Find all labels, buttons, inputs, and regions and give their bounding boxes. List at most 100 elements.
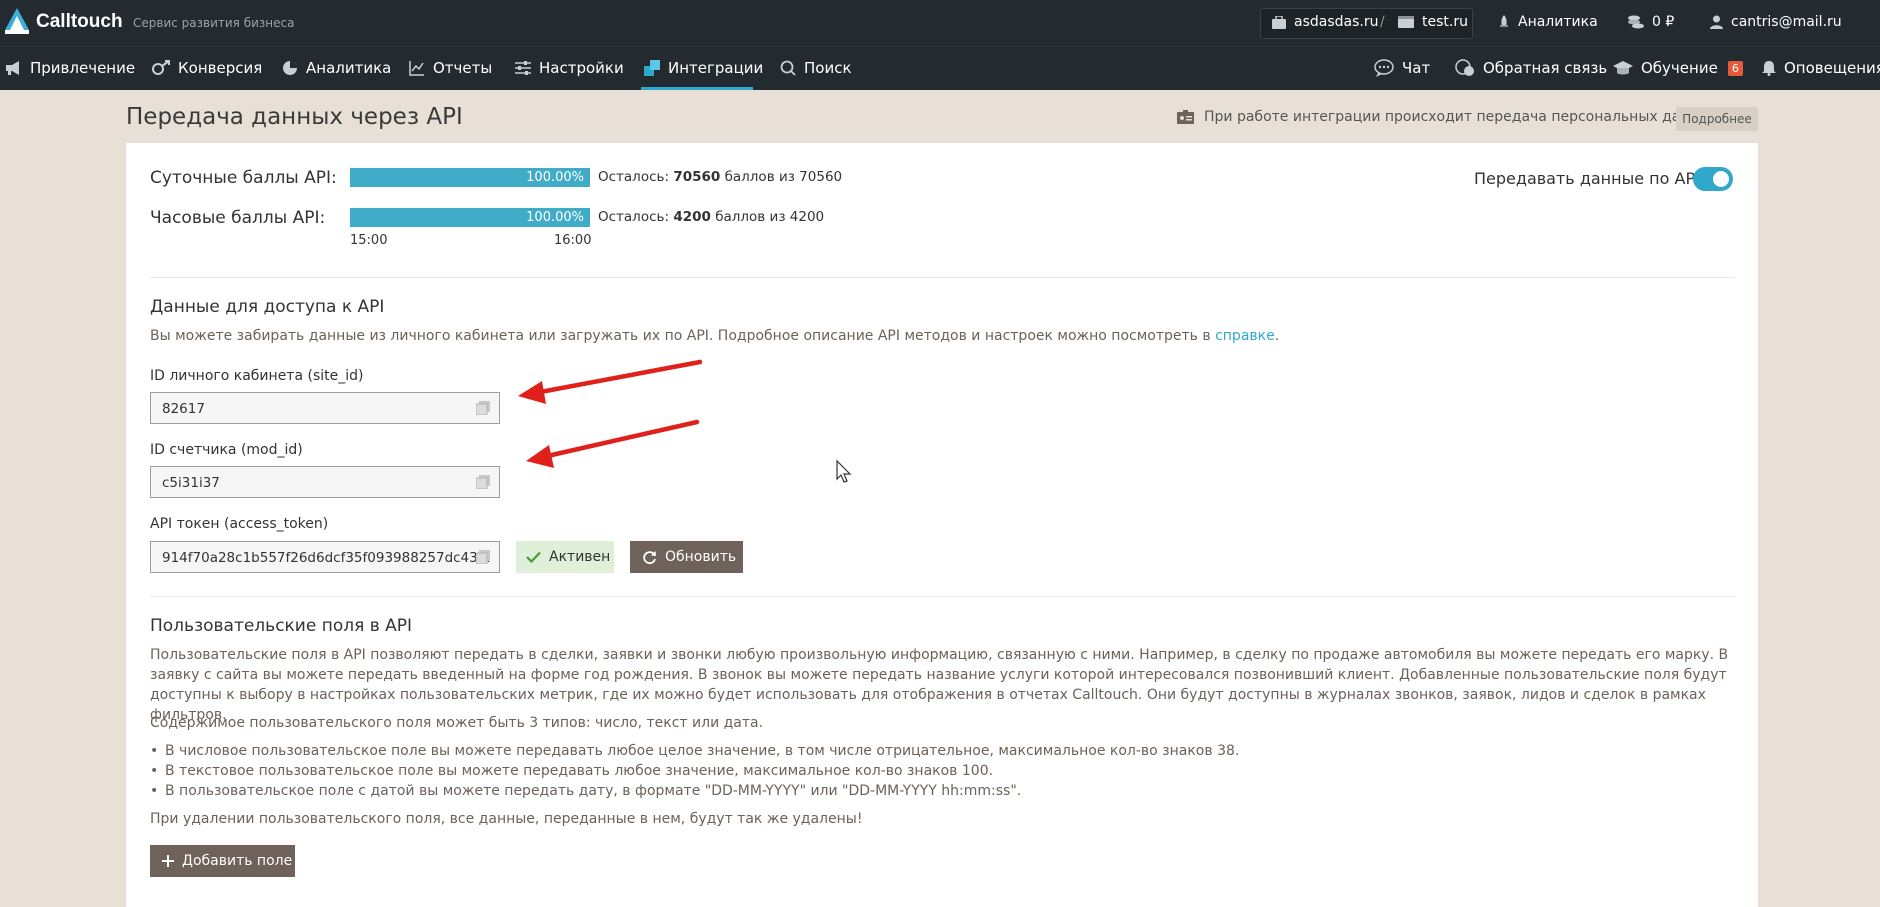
pie-chart-icon <box>283 61 297 75</box>
daily-quota-remaining: Осталось: 70560 баллов из 70560 <box>598 169 842 185</box>
nav-item-integrations[interactable]: Интеграции <box>644 59 763 77</box>
custom-fields-warning: При удалении пользовательского поля, все… <box>150 811 863 827</box>
mod-id-label: ID счетчика (mod_id) <box>150 442 303 458</box>
top-analytics-label: Аналитика <box>1518 14 1598 30</box>
brand-tagline: Сервис развития бизнеса <box>133 16 295 30</box>
section-divider <box>150 277 1735 278</box>
section-divider <box>150 596 1735 597</box>
custom-fields-description: Пользовательские поля в API позволяют пе… <box>150 647 1729 723</box>
nav-item-search[interactable]: Поиск <box>780 59 852 77</box>
token-value: 914f70a28c1b557f26d6dcf35f093988257dc43.… <box>162 550 491 566</box>
nav-item-notifications[interactable]: Оповещения <box>1762 59 1880 77</box>
api-transfer-toggle[interactable] <box>1693 167 1733 191</box>
daily-remaining-prefix: Осталось: <box>598 169 670 185</box>
nav-item-settings[interactable]: Настройки <box>515 59 624 77</box>
api-transfer-toggle-label: Передавать данные по API <box>1474 169 1700 188</box>
nav-item-label: Настройки <box>539 59 624 77</box>
custom-field-type-date: В пользовательское поле с датой вы может… <box>150 783 1021 799</box>
user-email: cantris@mail.ru <box>1731 14 1842 30</box>
brand-name[interactable]: Calltouch <box>36 11 123 33</box>
user-icon <box>1710 15 1723 29</box>
refresh-icon <box>643 550 656 564</box>
nav-item-label: Аналитика <box>306 59 392 77</box>
custom-field-type-number: В числовое пользовательское поле вы може… <box>150 743 1239 759</box>
daily-quota-fill: 100.00% <box>350 168 590 187</box>
access-section-title: Данные для доступа к API <box>150 297 385 317</box>
bell-icon <box>1762 61 1776 76</box>
calltouch-logo-icon[interactable] <box>4 6 30 36</box>
chat-icon <box>1374 59 1394 77</box>
more-info-button[interactable]: Подробнее <box>1676 107 1758 131</box>
mod-id-value: c5i31i37 <box>162 475 220 491</box>
top-bar: Calltouch Сервис развития бизнеса asdasd… <box>0 0 1880 46</box>
site-id-value: 82617 <box>162 401 205 417</box>
copy-icon[interactable] <box>476 475 490 489</box>
briefcase-icon <box>1272 15 1286 29</box>
balance-value: 0 ₽ <box>1652 14 1675 30</box>
nav-item-attraction[interactable]: Привлечение <box>6 59 135 77</box>
nav-item-conversion[interactable]: Конверсия <box>152 59 262 77</box>
graduation-cap-icon <box>1613 61 1633 75</box>
search-icon <box>780 60 796 76</box>
access-description: Вы можете забирать данные из личного каб… <box>150 328 1279 344</box>
balance-link[interactable]: 0 ₽ <box>1628 14 1674 30</box>
project-selector[interactable]: asdasdas.ru <box>1272 14 1378 30</box>
help-link[interactable]: справке <box>1215 328 1275 344</box>
site-id-field[interactable]: 82617 <box>150 392 500 424</box>
custom-fields-types: Содержимое пользовательского поля может … <box>150 715 764 731</box>
add-field-button[interactable]: Добавить поле <box>150 845 295 877</box>
feedback-icon <box>1455 59 1474 76</box>
notice-text: При работе интеграции происходит передач… <box>1204 109 1719 125</box>
token-label: API токен (access_token) <box>150 516 329 532</box>
window-icon <box>1398 16 1414 28</box>
mod-id-field[interactable]: c5i31i37 <box>150 466 500 498</box>
coins-icon <box>1628 15 1644 29</box>
hourly-quota-label: Часовые баллы API: <box>150 208 326 228</box>
site-id-label: ID личного кабинета (site_id) <box>150 368 364 384</box>
custom-fields-title: Пользовательские поля в API <box>150 616 413 636</box>
token-status-badge: Активен <box>516 541 614 573</box>
megaphone-icon <box>6 61 19 75</box>
nav-item-chat[interactable]: Чат <box>1374 59 1430 77</box>
site-selector[interactable]: test.ru <box>1398 14 1468 30</box>
nav-item-label: Обратная связь <box>1483 59 1608 77</box>
nav-item-reports[interactable]: Отчеты <box>409 59 492 77</box>
nav-item-feedback[interactable]: Обратная связь <box>1455 59 1607 77</box>
daily-remaining-suffix: баллов из 70560 <box>724 169 843 185</box>
main-nav: Привлечение Конверсия Аналитика Отчеты Н… <box>0 46 1880 90</box>
daily-quota-bar: 100.00% <box>350 168 590 187</box>
hourly-quota-fill: 100.00% <box>350 208 590 227</box>
daily-quota-label: Суточные баллы API: <box>150 168 337 188</box>
nav-active-indicator <box>641 87 753 90</box>
nav-item-label: Конверсия <box>178 59 263 77</box>
personal-data-notice: При работе интеграции происходит передач… <box>1177 109 1718 125</box>
sliders-icon <box>515 61 531 75</box>
nav-item-label: Интеграции <box>668 59 764 77</box>
nav-item-analytics[interactable]: Аналитика <box>282 59 391 77</box>
rocket-icon <box>1500 15 1508 27</box>
nav-item-label: Обучение <box>1641 59 1718 77</box>
refresh-token-label: Обновить <box>665 549 737 565</box>
copy-icon[interactable] <box>476 550 490 564</box>
check-icon <box>526 551 541 563</box>
hourly-quota-bar: 100.00% <box>350 208 590 227</box>
access-description-end: . <box>1274 328 1280 344</box>
hourly-remaining-prefix: Осталось: <box>598 209 670 225</box>
token-field[interactable]: 914f70a28c1b557f26d6dcf35f093988257dc43.… <box>150 541 500 573</box>
nav-item-learning[interactable]: Обучение 6 <box>1613 59 1743 77</box>
project-name: asdasdas.ru <box>1294 14 1379 30</box>
line-chart-icon <box>409 61 424 76</box>
custom-field-type-text: В текстовое пользовательское поле вы мож… <box>150 763 993 779</box>
copy-icon[interactable] <box>476 401 490 415</box>
access-description-text: Вы можете забирать данные из личного каб… <box>150 328 1211 344</box>
hourly-remaining-value: 4200 <box>673 209 711 225</box>
site-separator: / <box>1380 14 1385 30</box>
nav-item-label: Поиск <box>804 59 852 77</box>
hour-tick-end: 16:00 <box>554 233 592 248</box>
refresh-token-button[interactable]: Обновить <box>630 541 743 573</box>
top-analytics-link[interactable]: Аналитика <box>1498 14 1598 30</box>
hourly-remaining-suffix: баллов из 4200 <box>715 209 825 225</box>
user-menu[interactable]: cantris@mail.ru <box>1710 14 1842 30</box>
conversion-icon <box>152 60 170 75</box>
hour-tick-start: 15:00 <box>350 233 388 248</box>
